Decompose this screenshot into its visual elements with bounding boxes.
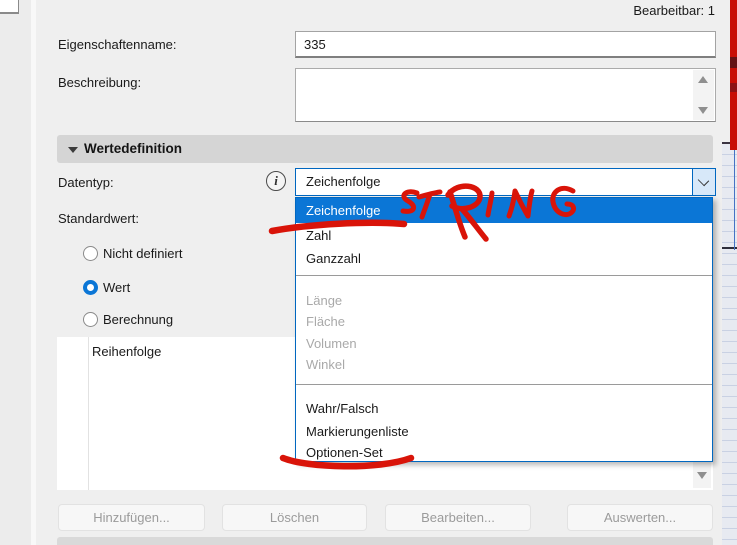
grid-blue-line <box>734 150 735 250</box>
option-zahl[interactable]: Zahl <box>296 224 712 246</box>
radio-nicht-definiert[interactable] <box>83 246 98 261</box>
description-textarea[interactable] <box>295 68 716 122</box>
option-laenge: Länge <box>306 292 343 308</box>
option-wahr-falsch[interactable]: Wahr/Falsch <box>296 397 712 419</box>
loeschen-button[interactable]: Löschen <box>222 504 367 531</box>
option-markierungenliste[interactable]: Markierungenliste <box>296 420 712 442</box>
option-optionen-set[interactable]: Optionen-Set <box>296 442 712 463</box>
chevron-down-icon <box>697 174 710 187</box>
option-volumen: Volumen <box>306 335 357 351</box>
column-divider <box>88 337 89 490</box>
red-edge-bar <box>730 0 737 150</box>
scroll-down-icon[interactable] <box>698 107 708 114</box>
list-scrollbar[interactable] <box>693 462 711 488</box>
bearbeiten-button[interactable]: Bearbeiten... <box>385 504 531 531</box>
radio-berechnung[interactable] <box>83 312 98 327</box>
scroll-up-icon[interactable] <box>698 76 708 83</box>
hinzufuegen-button[interactable]: Hinzufügen... <box>58 504 205 531</box>
collapse-triangle-icon <box>68 147 78 153</box>
section-header-wertedefinition[interactable]: Wertedefinition <box>57 135 713 163</box>
info-icon[interactable]: i <box>266 171 286 191</box>
description-label: Beschreibung: <box>58 75 142 90</box>
radio-label-nicht-definiert[interactable]: Nicht definiert <box>103 246 182 261</box>
column-header-reihenfolge: Reihenfolge <box>92 344 162 359</box>
red-bar-dark-segment <box>730 57 737 68</box>
property-name-input[interactable] <box>295 31 716 58</box>
property-editor-dialog: Bearbeitbar: 1 Eigenschaftenname: Beschr… <box>0 0 737 545</box>
red-bar-dark-segment <box>730 83 737 92</box>
datatype-dropdown-list: Zeichenfolge Zahl Ganzzahl Länge Fläche … <box>295 197 713 462</box>
editable-count-label: Bearbeitbar: 1 <box>633 3 715 18</box>
radio-label-berechnung[interactable]: Berechnung <box>103 312 173 327</box>
combobox-value: Zeichenfolge <box>306 174 381 189</box>
dropdown-separator <box>296 275 712 276</box>
description-scrollbar[interactable] <box>693 70 714 120</box>
combobox-dropdown-button[interactable] <box>692 169 715 195</box>
background-grid-strip <box>722 142 737 545</box>
datatype-label: Datentyp: <box>58 175 114 190</box>
standardwert-label: Standardwert: <box>58 211 139 226</box>
radio-wert[interactable] <box>83 280 98 295</box>
auswerten-button[interactable]: Auswerten... <box>567 504 713 531</box>
property-name-label: Eigenschaftenname: <box>58 37 177 52</box>
radio-label-wert[interactable]: Wert <box>103 280 130 295</box>
option-flaeche: Fläche <box>306 313 346 329</box>
scroll-down-icon[interactable] <box>697 472 707 479</box>
background-panel-corner <box>0 0 19 14</box>
option-ganzzahl[interactable]: Ganzzahl <box>296 247 712 269</box>
datatype-combobox[interactable]: Zeichenfolge <box>295 168 716 196</box>
section-title: Wertedefinition <box>84 141 183 156</box>
option-winkel: Winkel <box>306 356 346 372</box>
option-zeichenfolge[interactable]: Zeichenfolge <box>296 198 712 223</box>
next-section-bar[interactable] <box>57 537 713 545</box>
dropdown-separator <box>296 384 712 385</box>
